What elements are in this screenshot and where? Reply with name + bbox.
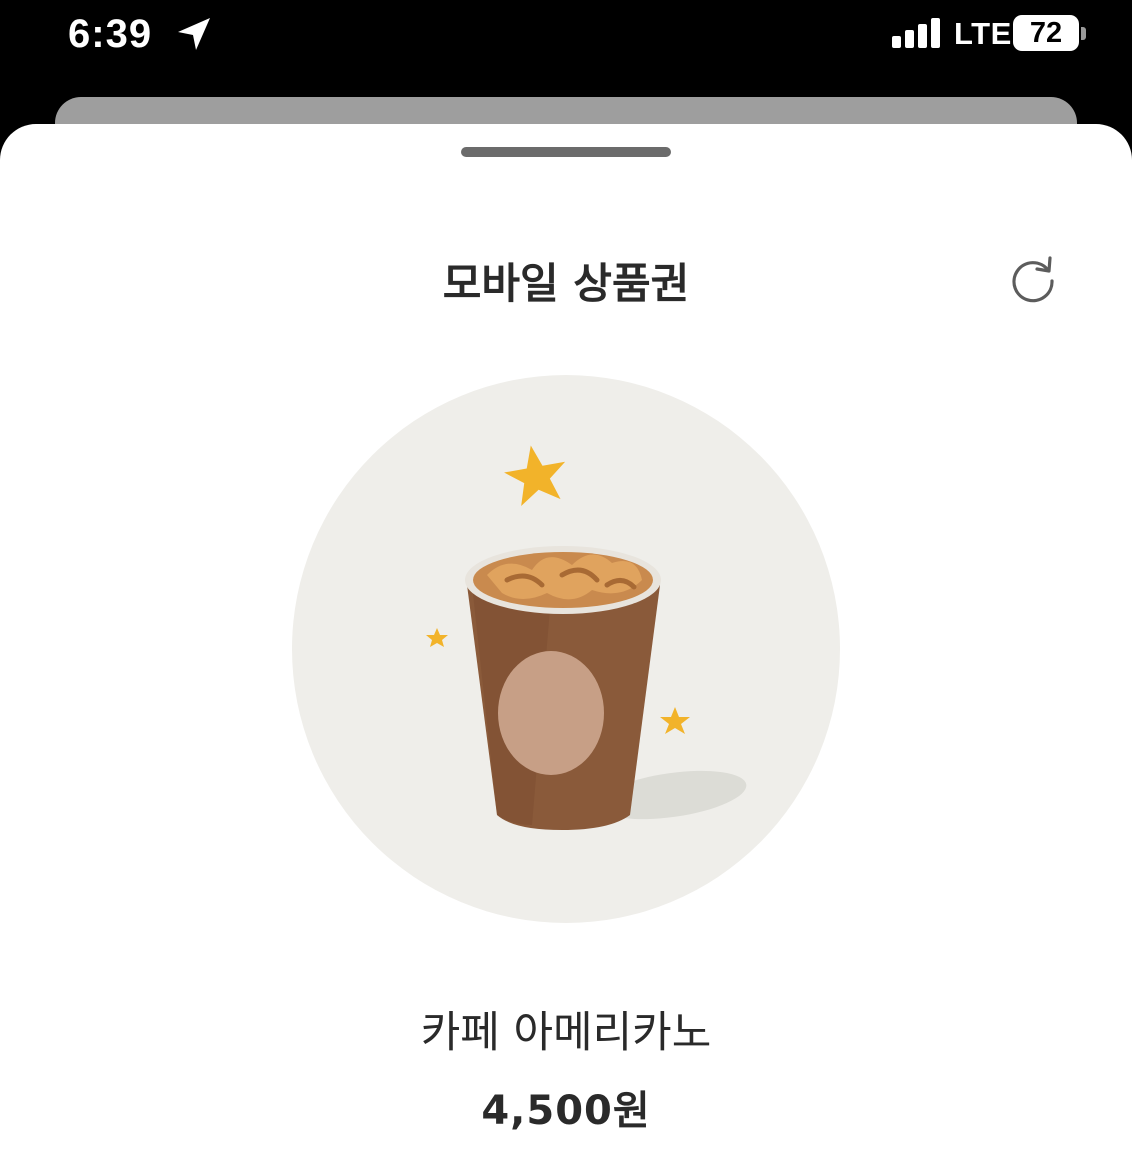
- refresh-button[interactable]: [1006, 252, 1060, 306]
- product-name: 카페 아메리카노: [420, 1008, 712, 1058]
- battery-indicator: 72: [1013, 15, 1079, 51]
- battery-level: 72: [1029, 16, 1063, 49]
- status-time: 6:39: [68, 12, 153, 56]
- location-arrow-icon: [176, 16, 212, 52]
- refresh-icon: [1006, 256, 1060, 310]
- page-title: 모바일 상품권: [442, 259, 690, 308]
- status-bar: 6:39 LTE 72: [0, 0, 1132, 80]
- network-type: LTE: [954, 16, 1012, 51]
- sheet-grabber[interactable]: [461, 147, 671, 157]
- cellular-signal-icon: [892, 18, 944, 50]
- iced-americano-cup-icon: [426, 445, 747, 830]
- product-price: 4,500원: [481, 1088, 651, 1134]
- product-image: [292, 375, 840, 923]
- battery-nub: [1081, 27, 1086, 40]
